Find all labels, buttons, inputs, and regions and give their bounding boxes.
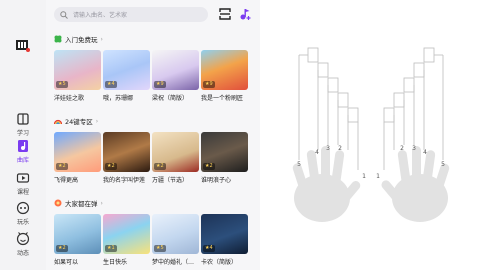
finger-number: 1 bbox=[376, 173, 380, 180]
section-title-text: 24键专区 bbox=[65, 118, 93, 126]
song-cover: ★9 bbox=[152, 50, 199, 90]
difficulty-badge: ★9 bbox=[203, 81, 215, 88]
nav-label: 曲库 bbox=[16, 157, 29, 164]
search-placeholder: 请输入曲名、艺术家 bbox=[73, 12, 128, 19]
nav-item-play[interactable]: 玩乐 bbox=[0, 201, 46, 226]
section-title-text: 大家都在弹 bbox=[65, 200, 98, 208]
song-cover: ★5 bbox=[54, 50, 101, 90]
app-logo-icon bbox=[16, 40, 30, 52]
difficulty-badge: ★9 bbox=[154, 81, 166, 88]
right-hand-icon bbox=[381, 146, 450, 222]
finger-number: 4 bbox=[423, 149, 427, 156]
difficulty-badge: ★2 bbox=[203, 163, 215, 170]
nav-label: 玩乐 bbox=[16, 219, 29, 226]
nav-item-learn[interactable]: 学习 bbox=[0, 112, 46, 137]
finger-number: 5 bbox=[441, 161, 445, 168]
song-card[interactable]: ★2 飞得更高 bbox=[54, 132, 101, 184]
popular-icon bbox=[54, 199, 62, 207]
song-library-panel: 请输入曲名、艺术家 入门免费玩 › ★5 洋娃娃之歌 ★4 哦，苏珊娜 ★9 梁… bbox=[46, 0, 260, 270]
scan-icon[interactable] bbox=[218, 7, 232, 21]
song-title: 我的名字叫伊莲 bbox=[103, 177, 146, 184]
song-card[interactable]: ★4 卡农（简版） bbox=[201, 214, 248, 266]
community-icon bbox=[16, 232, 30, 246]
difficulty-badge: ★5 bbox=[154, 245, 166, 252]
difficulty-badge: ★5 bbox=[56, 81, 68, 88]
section-popular[interactable]: 大家都在弹 › bbox=[54, 198, 103, 208]
song-cover: ★2 bbox=[201, 132, 248, 172]
difficulty-badge: ★1 bbox=[105, 245, 117, 252]
section-title-text: 入门免费玩 bbox=[65, 36, 98, 44]
nav-label: 课程 bbox=[16, 189, 29, 196]
song-cover: ★1 bbox=[103, 214, 150, 254]
finger-guide-illustration: 5 4 3 2 1 1 2 3 4 5 bbox=[260, 0, 480, 270]
difficulty-badge: ★2 bbox=[56, 163, 68, 170]
chevron-right-icon: › bbox=[95, 117, 99, 125]
nav-label: 动态 bbox=[16, 250, 29, 257]
song-title: 洋娃娃之歌 bbox=[54, 95, 85, 102]
song-title: 万疆（节选） bbox=[152, 177, 189, 184]
section-free-beginner[interactable]: 入门免费玩 › bbox=[54, 34, 103, 44]
left-hand-icon bbox=[292, 146, 361, 222]
song-title: 梁祝（简版） bbox=[152, 95, 189, 102]
song-title: 飞得更高 bbox=[54, 177, 79, 184]
sidebar: 学习 曲库 课程 玩乐 动态 bbox=[0, 0, 46, 270]
song-card[interactable]: ★2 如果可以 bbox=[54, 214, 101, 266]
song-card[interactable]: ★5 洋娃娃之歌 bbox=[54, 50, 101, 102]
search-bar[interactable]: 请输入曲名、艺术家 bbox=[54, 7, 208, 22]
song-title: 哦，苏珊娜 bbox=[103, 95, 134, 102]
song-cover: ★5 bbox=[152, 214, 199, 254]
chevron-right-icon: › bbox=[100, 199, 103, 207]
chevron-right-icon: › bbox=[100, 35, 103, 43]
nav-item-library[interactable]: 曲库 bbox=[0, 139, 46, 164]
song-card[interactable]: ★2 谁明浪子心 bbox=[201, 132, 248, 184]
song-title: 生日快乐 bbox=[103, 259, 128, 266]
song-card[interactable]: ★5 梦中的婚礼（… bbox=[152, 214, 199, 266]
finger-number: 1 bbox=[362, 173, 366, 180]
finger-number: 4 bbox=[315, 149, 319, 156]
finger-number: 3 bbox=[412, 145, 416, 152]
song-title: 我是一个粉刷匠 bbox=[201, 95, 244, 102]
difficulty-badge: ★4 bbox=[105, 81, 117, 88]
add-music-icon[interactable] bbox=[238, 7, 252, 21]
song-cover: ★4 bbox=[103, 50, 150, 90]
section-24-keys[interactable]: 24键专区 › bbox=[54, 116, 98, 126]
finger-number: 2 bbox=[400, 145, 404, 152]
nav-label: 学习 bbox=[16, 130, 29, 137]
nav-item-community[interactable]: 动态 bbox=[0, 232, 46, 257]
search-icon bbox=[60, 10, 68, 19]
difficulty-badge: ★4 bbox=[203, 245, 215, 252]
song-card[interactable]: ★9 梁祝（简版） bbox=[152, 50, 199, 102]
song-title: 梦中的婚礼（… bbox=[152, 259, 195, 266]
song-title: 如果可以 bbox=[54, 259, 79, 266]
hands-diagram: 5 4 3 2 1 1 2 3 4 5 bbox=[292, 47, 450, 222]
song-cover: ★2 bbox=[54, 132, 101, 172]
song-title: 谁明浪子心 bbox=[201, 177, 232, 184]
nav-item-course[interactable]: 课程 bbox=[0, 171, 46, 196]
course-icon bbox=[16, 173, 30, 183]
gamepad-icon bbox=[16, 201, 30, 215]
song-cover: ★9 bbox=[201, 50, 248, 90]
song-cover: ★4 bbox=[201, 214, 248, 254]
rainbow-icon bbox=[54, 119, 62, 125]
finger-number: 2 bbox=[338, 145, 342, 152]
song-card[interactable]: ★4 哦，苏珊娜 bbox=[103, 50, 150, 102]
clover-icon bbox=[54, 35, 62, 43]
song-card[interactable]: ★9 我是一个粉刷匠 bbox=[201, 50, 248, 102]
song-cover: ★2 bbox=[152, 132, 199, 172]
finger-number: 3 bbox=[326, 145, 330, 152]
music-library-icon bbox=[18, 140, 28, 152]
song-card[interactable]: ★2 我的名字叫伊莲 bbox=[103, 132, 150, 184]
song-cover: ★2 bbox=[54, 214, 101, 254]
song-title: 卡农（简版） bbox=[201, 259, 238, 266]
book-icon bbox=[17, 113, 29, 125]
difficulty-badge: ★2 bbox=[105, 163, 117, 170]
song-cover: ★2 bbox=[103, 132, 150, 172]
song-card[interactable]: ★1 生日快乐 bbox=[103, 214, 150, 266]
difficulty-badge: ★2 bbox=[56, 245, 68, 252]
song-card[interactable]: ★2 万疆（节选） bbox=[152, 132, 199, 184]
finger-number: 5 bbox=[297, 161, 301, 168]
difficulty-badge: ★2 bbox=[154, 163, 166, 170]
